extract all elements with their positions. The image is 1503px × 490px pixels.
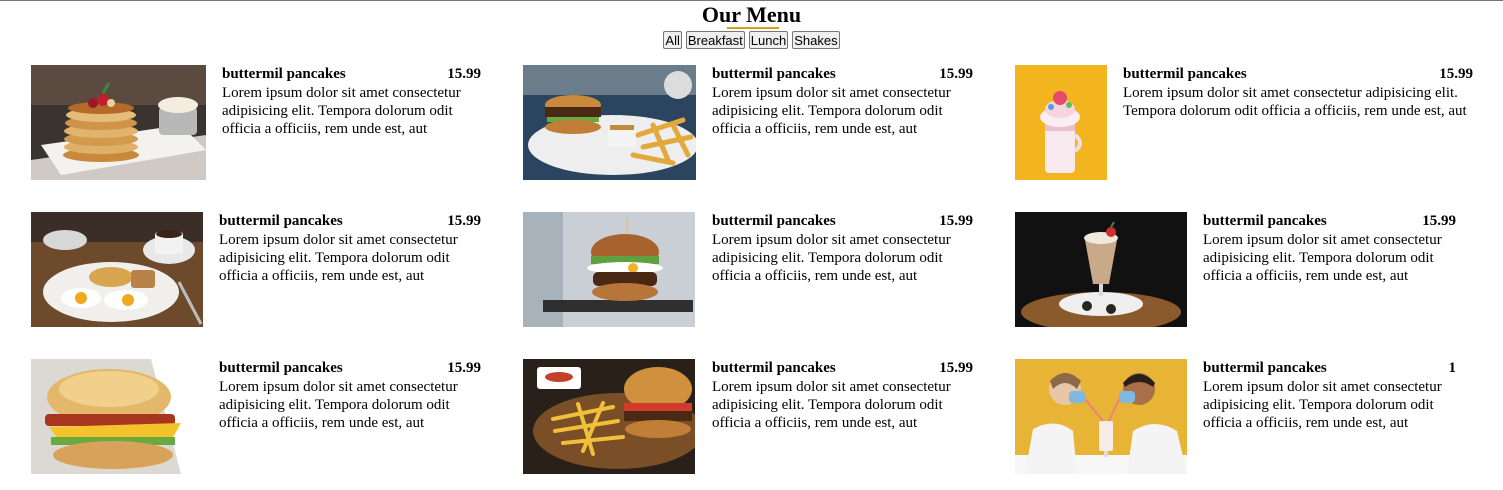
menu-item-price: 15.99 [939, 360, 973, 376]
menu-item-name: buttermil pancakes [222, 66, 346, 82]
menu-item-description: Lorem ipsum dolor sit amet consectetur a… [1203, 232, 1442, 284]
menu-item-name: buttermil pancakes [712, 360, 836, 376]
menu-item-info: buttermil pancakes 15.99 Lorem ipsum dol… [1203, 212, 1456, 285]
menu-item-info: buttermil pancakes 1 Lorem ipsum dolor s… [1203, 359, 1456, 432]
menu-item-description: Lorem ipsum dolor sit amet consectetur a… [1203, 379, 1442, 431]
menu-item-description: Lorem ipsum dolor sit amet consectetur a… [222, 85, 461, 137]
filter-lunch-button[interactable]: Lunch [748, 31, 789, 49]
menu-item-info: buttermil pancakes 15.99 Lorem ipsum dol… [222, 65, 481, 138]
menu-item-name: buttermil pancakes [1123, 66, 1247, 82]
menu-item-description: Lorem ipsum dolor sit amet consectetur a… [712, 232, 951, 284]
menu-item-name: buttermil pancakes [712, 66, 836, 82]
menu-item-info: buttermil pancakes 15.99 Lorem ipsum dol… [712, 65, 973, 138]
menu-item-description: Lorem ipsum dolor sit amet consectetur a… [712, 379, 951, 431]
egg-burger-photo [523, 212, 695, 327]
title-underline [727, 27, 779, 29]
freakshake-photo [1015, 65, 1107, 180]
menu-item-info: buttermil pancakes 15.99 Lorem ipsum dol… [219, 212, 481, 285]
menu-item-name: buttermil pancakes [1203, 213, 1327, 229]
menu-item-info: buttermil pancakes 15.99 Lorem ipsum dol… [712, 359, 973, 432]
filter-shakes-button[interactable]: Shakes [792, 31, 840, 49]
menu-item-name: buttermil pancakes [219, 213, 343, 229]
breakfast-plate-photo [31, 212, 203, 327]
menu-item-info: buttermil pancakes 15.99 Lorem ipsum dol… [219, 359, 481, 432]
menu-item-price: 15.99 [939, 213, 973, 229]
filter-breakfast-button[interactable]: Breakfast [685, 31, 745, 49]
menu-item-price: 15.99 [447, 213, 481, 229]
menu-item-price: 15.99 [1422, 213, 1456, 229]
milkshake-photo [1015, 212, 1187, 327]
menu-item-description: Lorem ipsum dolor sit amet consectetur a… [219, 379, 458, 431]
menu-item-info: buttermil pancakes 15.99 Lorem ipsum dol… [1123, 65, 1473, 120]
menu-item-description: Lorem ipsum dolor sit amet consectetur a… [712, 85, 951, 137]
filter-all-button[interactable]: All [663, 31, 682, 49]
menu-item-name: buttermil pancakes [712, 213, 836, 229]
menu-item-price: 15.99 [939, 66, 973, 82]
menu-item-price: 15.99 [1439, 66, 1473, 82]
menu-item-price: 15.99 [447, 66, 481, 82]
menu-item-info: buttermil pancakes 15.99 Lorem ipsum dol… [712, 212, 973, 285]
menu-item-description: Lorem ipsum dolor sit amet consectetur a… [1123, 85, 1467, 119]
filter-bar: All Breakfast Lunch Shakes [0, 31, 1503, 49]
menu-item-price: 15.99 [447, 360, 481, 376]
biscuit-sandwich-photo [31, 359, 203, 474]
page-title: Our Menu [701, 2, 802, 27]
couple-sharing-shake-photo [1015, 359, 1187, 474]
burger-and-fries-photo [523, 65, 696, 180]
menu-item-description: Lorem ipsum dolor sit amet consectetur a… [219, 232, 458, 284]
pancake-stack-photo [31, 65, 206, 180]
burger-fries-board-photo [523, 359, 695, 474]
menu-item-name: buttermil pancakes [219, 360, 343, 376]
menu-item-price: 1 [1448, 360, 1457, 376]
menu-item-name: buttermil pancakes [1203, 360, 1327, 376]
